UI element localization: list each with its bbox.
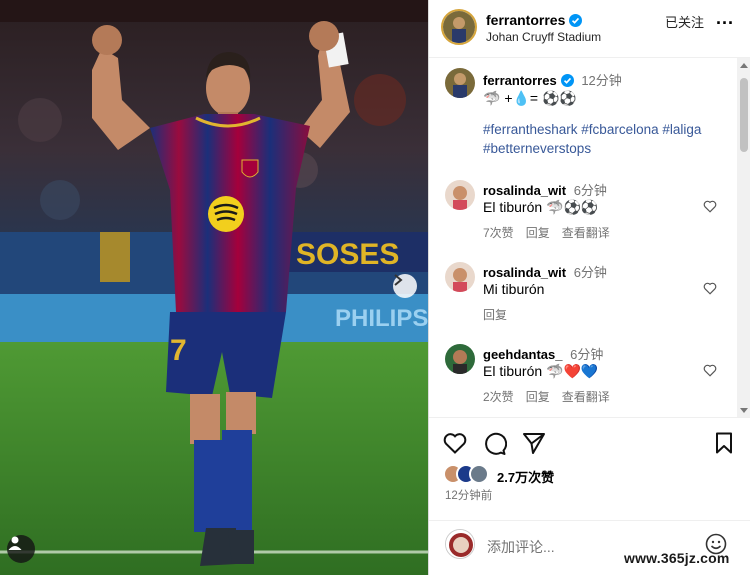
caption: ferrantorres 12分钟 🦈 +💧= ⚽⚽ #ferranthesha… <box>429 68 735 168</box>
likes-summary[interactable]: 2.7万次赞 <box>443 464 743 486</box>
comment-meta: 7次赞 回复 查看翻译 <box>483 224 622 241</box>
tagged-users-button[interactable] <box>7 535 35 563</box>
posted-time: 12分钟前 <box>445 490 493 502</box>
comment-time: 6分钟 <box>570 347 604 362</box>
comment-item: geehdantas_ 6分钟 El tiburón 🦈❤️💙 2次赞 回复 查看翻… <box>429 342 735 412</box>
comment-text: El tiburón 🦈⚽⚽ <box>483 199 599 215</box>
verified-icon <box>569 14 583 27</box>
comment-username[interactable]: rosalinda_wit <box>483 183 566 198</box>
reply-button[interactable]: 回复 <box>526 226 550 240</box>
caption-hashtags[interactable]: #ferrantheshark #fcbarcelona #laliga #be… <box>483 120 728 158</box>
comment-meta: 回复 <box>483 306 519 323</box>
likes-count[interactable]: 2.7万次赞 <box>497 467 554 486</box>
reply-button[interactable]: 回复 <box>526 390 550 404</box>
verified-icon <box>560 74 574 87</box>
comment-bubble-icon[interactable] <box>483 432 507 456</box>
like-heart-icon[interactable] <box>443 432 467 454</box>
player-photo: SOSES PHILIPS 7 <box>0 0 428 575</box>
comments-scrollbar[interactable] <box>737 58 750 417</box>
comment-text: El tiburón 🦈❤️💙 <box>483 363 599 379</box>
comment-time: 6分钟 <box>573 183 607 198</box>
share-send-icon[interactable] <box>522 432 546 454</box>
author-avatar[interactable] <box>441 9 477 45</box>
comment-meta: 2次赞 回复 查看翻译 <box>483 388 622 405</box>
chevron-right-icon <box>394 274 403 286</box>
comments-list: ferrantorres 12分钟 🦈 +💧= ⚽⚽ #ferranthesha… <box>429 58 750 418</box>
post-location[interactable]: Johan Cruyff Stadium <box>486 30 601 44</box>
comment-item: rosalinda_wit 6分钟 Mi tiburón 回复 <box>429 260 735 322</box>
bookmark-icon[interactable] <box>715 432 733 454</box>
comment-likes[interactable]: 7次赞 <box>483 226 514 240</box>
comment-username[interactable]: rosalinda_wit <box>483 265 566 280</box>
commenter-avatar[interactable] <box>445 344 475 374</box>
board-text: PHILIPS <box>335 305 428 332</box>
liker-avatar <box>469 464 489 484</box>
scroll-thumb[interactable] <box>740 78 748 152</box>
comment-username[interactable]: geehdantas_ <box>483 347 562 362</box>
caption-time: 12分钟 <box>581 73 622 88</box>
comment-time: 6分钟 <box>573 265 607 280</box>
commenter-avatar[interactable] <box>445 180 475 210</box>
post-photo: SOSES PHILIPS 7 <box>0 0 428 575</box>
caption-header: ferrantorres 12分钟 <box>483 70 622 89</box>
watermark: www.365jz.com <box>624 550 730 566</box>
caption-avatar[interactable] <box>445 68 475 98</box>
current-user-avatar <box>445 529 475 559</box>
reply-button[interactable]: 回复 <box>483 308 507 322</box>
heart-icon[interactable] <box>703 200 717 213</box>
comment-text: Mi tiburón <box>483 281 545 297</box>
more-options-button[interactable]: ... <box>716 9 734 27</box>
comment-likes[interactable]: 2次赞 <box>483 390 514 404</box>
comment-header: rosalinda_wit 6分钟 <box>483 180 607 199</box>
post-header: ferrantorres Johan Cruyff Stadium 已关注 ..… <box>429 0 750 58</box>
post-side-panel: ferrantorres Johan Cruyff Stadium 已关注 ..… <box>428 0 750 575</box>
post-actions <box>429 430 750 460</box>
translate-button[interactable]: 查看翻译 <box>562 226 610 240</box>
comment-item: rosalinda_wit 6分钟 El tiburón 🦈⚽⚽ 7次赞 回复 查看… <box>429 178 735 248</box>
comment-header: rosalinda_wit 6分钟 <box>483 262 607 281</box>
add-comment-bar: 添加评论... <box>429 520 750 575</box>
comment-input[interactable]: 添加评论... <box>487 537 555 557</box>
banner-text: SOSES <box>296 238 399 271</box>
user-icon <box>8 536 22 550</box>
scroll-down-arrow[interactable] <box>740 408 748 413</box>
caption-username[interactable]: ferrantorres <box>483 73 557 88</box>
author-username[interactable]: ferrantorres <box>486 12 583 28</box>
commenter-avatar[interactable] <box>445 262 475 292</box>
translate-button[interactable]: 查看翻译 <box>562 390 610 404</box>
next-photo-button[interactable] <box>393 274 417 298</box>
caption-text: 🦈 +💧= ⚽⚽ <box>483 90 577 106</box>
following-button[interactable]: 已关注 <box>665 12 704 31</box>
heart-icon[interactable] <box>703 364 717 377</box>
heart-icon[interactable] <box>703 282 717 295</box>
jersey-number: 7 <box>170 334 187 367</box>
scroll-up-arrow[interactable] <box>740 63 748 68</box>
comment-header: geehdantas_ 6分钟 <box>483 344 603 363</box>
